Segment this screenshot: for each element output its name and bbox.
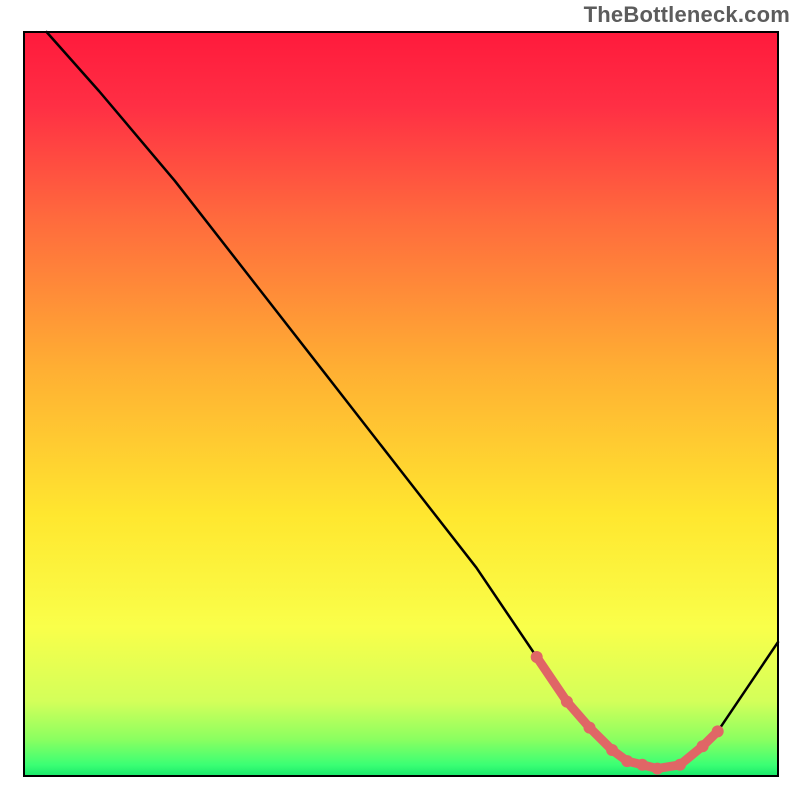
trough-marker-dot: [697, 740, 709, 752]
trough-marker-dot: [712, 725, 724, 737]
chart-stage: TheBottleneck.com: [0, 0, 800, 800]
trough-marker-dot: [561, 696, 573, 708]
trough-marker-dot: [651, 763, 663, 775]
trough-marker-dot: [674, 759, 686, 771]
trough-marker-dot: [584, 722, 596, 734]
trough-marker-dot: [636, 759, 648, 771]
plot-background: [24, 32, 778, 776]
trough-marker-dot: [606, 744, 618, 756]
trough-marker-dot: [531, 651, 543, 663]
trough-marker-dot: [621, 755, 633, 767]
bottleneck-chart: [0, 0, 800, 800]
